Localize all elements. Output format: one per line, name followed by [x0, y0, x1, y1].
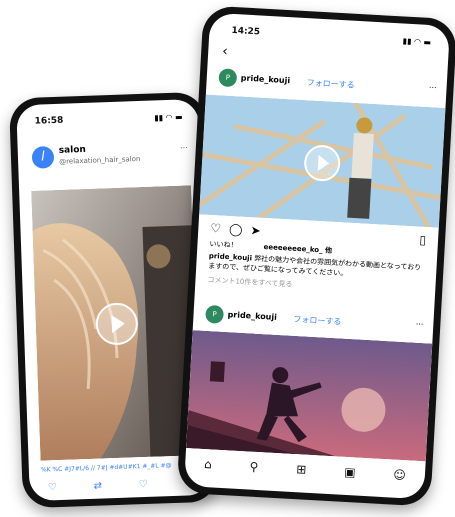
- post1-follow-button[interactable]: フォローする: [306, 77, 355, 91]
- add-post-icon[interactable]: ⊞: [295, 462, 307, 487]
- reel-video[interactable]: [31, 185, 201, 461]
- send-icon[interactable]: ➤: [250, 223, 261, 238]
- post1-username[interactable]: pride_kouji: [241, 73, 291, 85]
- post1-more-icon[interactable]: ···: [429, 83, 437, 92]
- caption-hashtags: %K %C #J7#L/6 // 7#J #d#U#K1 #_#L #@: [40, 462, 172, 474]
- account-handle: @relaxation_hair_salon: [59, 154, 141, 166]
- play-icon: [111, 314, 126, 334]
- comment-icon[interactable]: ◯: [229, 222, 243, 237]
- post1-avatar[interactable]: P: [218, 68, 238, 88]
- liked-by[interactable]: eeeeeeeee_ko_ 他: [263, 243, 332, 255]
- likes-label: いいね！: [209, 239, 238, 250]
- status-time: 14:25: [231, 25, 261, 38]
- heart-icon[interactable]: ♡: [210, 221, 222, 236]
- status-icons: ▮▮ ◠ ▬: [402, 36, 432, 48]
- search-icon[interactable]: ⚲: [249, 460, 259, 484]
- bottom-nav: ⌂ ⚲ ⊞ ▣ ☺: [184, 456, 425, 493]
- right-phone-screen: 14:25 ▮▮ ◠ ▬ ‹ P pride_kouji フォローする ···: [183, 12, 451, 500]
- shop-icon[interactable]: ▣: [343, 465, 356, 490]
- like-icon[interactable]: ♡: [139, 479, 149, 497]
- right-phone: 14:25 ▮▮ ◠ ▬ ‹ P pride_kouji フォローする ···: [176, 5, 455, 507]
- account-name[interactable]: salon: [59, 145, 86, 156]
- profile-icon[interactable]: ☺: [392, 468, 406, 493]
- post1-video[interactable]: [199, 94, 446, 228]
- status-icons: ▮▮ ◠ ▬: [154, 112, 183, 123]
- more-icon[interactable]: ···: [180, 143, 188, 152]
- post1-actions: ♡ ◯ ➤: [210, 221, 261, 238]
- home-icon[interactable]: ⌂: [203, 457, 212, 481]
- play-icon: [317, 154, 330, 172]
- view-comments-link[interactable]: コメント10件をすべて見る: [207, 275, 293, 290]
- heart-icon[interactable]: ♡: [48, 482, 58, 500]
- caption-username[interactable]: pride_kouji: [209, 252, 253, 262]
- post2-username[interactable]: pride_kouji: [227, 310, 277, 322]
- avatar[interactable]: l: [31, 146, 55, 169]
- post2-avatar[interactable]: P: [205, 304, 225, 324]
- bookmark-icon[interactable]: ▯: [419, 233, 426, 247]
- back-arrow-icon[interactable]: ‹: [222, 43, 228, 59]
- status-time: 16:58: [34, 115, 64, 127]
- retweet-icon[interactable]: ⇄: [93, 481, 102, 499]
- post2-more-icon[interactable]: ···: [415, 320, 423, 329]
- post2-follow-button[interactable]: フォローする: [293, 314, 342, 328]
- post2-illustration: [186, 330, 433, 462]
- post2-image[interactable]: [186, 330, 433, 462]
